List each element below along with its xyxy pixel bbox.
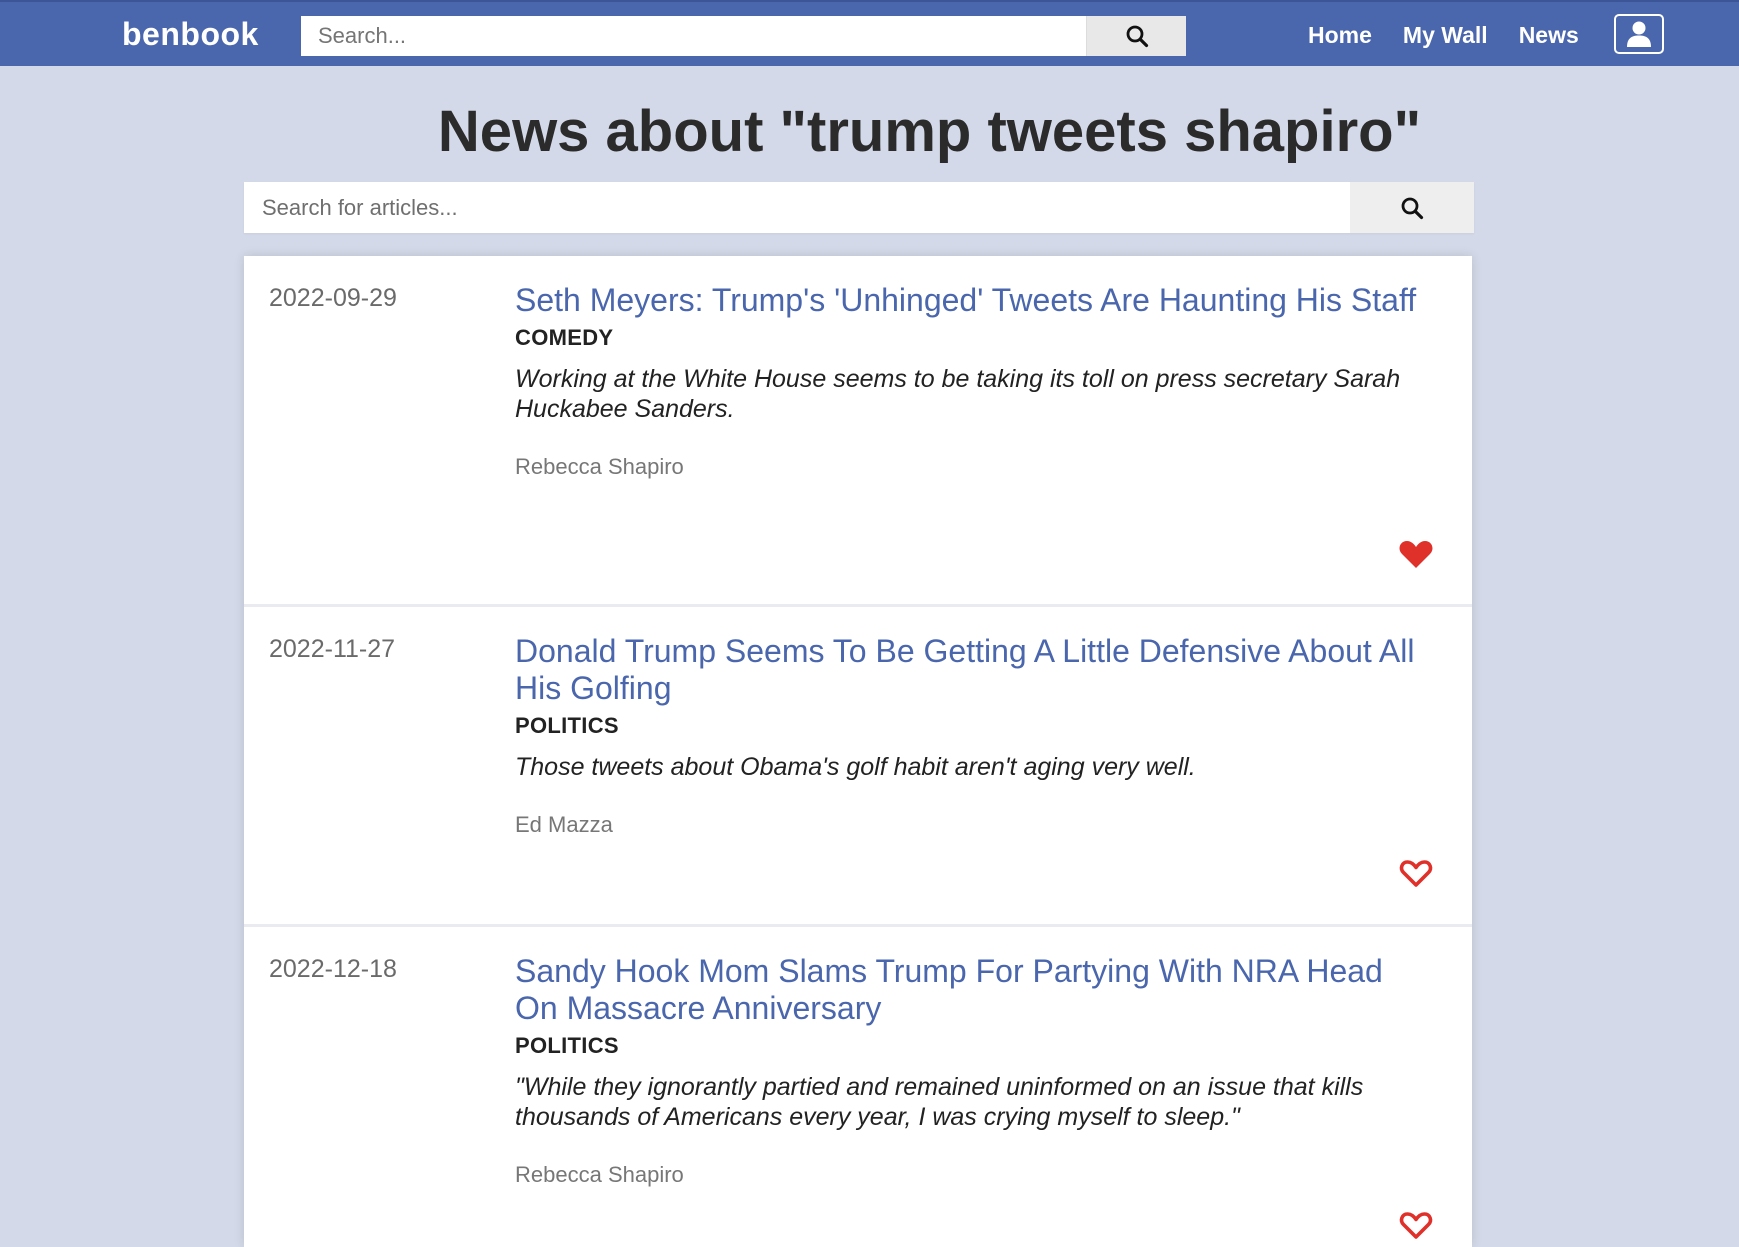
global-search-input[interactable] [301,16,1086,56]
main-nav: Home My Wall News [1308,22,1610,49]
heart-outline-icon [1399,860,1433,887]
article-date: 2022-12-18 [269,955,397,983]
page-title: News about "trump tweets shapiro" [0,98,1739,165]
article-search-input[interactable] [244,182,1349,233]
article-search-button[interactable] [1350,182,1474,233]
article-list: 2022-09-29 Seth Meyers: Trump's 'Unhinge… [244,256,1472,1247]
like-button[interactable] [1398,538,1434,570]
global-search [301,16,1186,56]
article-card: 2022-12-18 Sandy Hook Mom Slams Trump Fo… [244,927,1472,1247]
page-title-text: News about "trump tweets shapiro" [437,99,1422,164]
article-title-link[interactable]: Donald Trump Seems To Be Getting A Littl… [515,633,1432,707]
nav-news[interactable]: News [1519,22,1579,49]
article-author: Rebecca Shapiro [515,1162,684,1187]
article-author: Rebecca Shapiro [515,454,684,479]
heart-outline-icon [1399,1212,1433,1239]
global-search-button[interactable] [1086,16,1186,56]
article-date: 2022-09-29 [269,284,397,312]
user-menu-button[interactable] [1614,14,1664,54]
search-icon [1126,25,1148,48]
article-summary: Those tweets about Obama's golf habit ar… [515,753,1196,781]
article-content: Donald Trump Seems To Be Getting A Littl… [515,607,1472,838]
article-card: 2022-09-29 Seth Meyers: Trump's 'Unhinge… [244,256,1472,607]
search-icon [1401,197,1424,219]
article-category: POLITICS [515,1033,619,1058]
nav-my-wall[interactable]: My Wall [1403,22,1488,49]
article-author: Ed Mazza [515,812,613,837]
article-summary: "While they ignorantly partied and remai… [515,1073,1364,1131]
user-icon [1627,21,1651,47]
article-title-link[interactable]: Sandy Hook Mom Slams Trump For Partying … [515,953,1432,1027]
article-category: POLITICS [515,713,619,738]
article-content: Sandy Hook Mom Slams Trump For Partying … [515,927,1472,1188]
article-title-link[interactable]: Seth Meyers: Trump's 'Unhinged' Tweets A… [515,282,1432,319]
top-navigation-bar: benbook Home My Wall News [0,0,1739,66]
article-category: COMEDY [515,325,614,350]
like-button[interactable] [1398,1209,1434,1241]
article-search [244,182,1474,233]
article-summary: Working at the White House seems to be t… [515,365,1401,423]
like-button[interactable] [1398,857,1434,889]
article-content: Seth Meyers: Trump's 'Unhinged' Tweets A… [515,256,1472,480]
brand-logo[interactable]: benbook [122,16,259,53]
article-date: 2022-11-27 [269,635,396,663]
nav-home[interactable]: Home [1308,22,1372,49]
article-card: 2022-11-27 Donald Trump Seems To Be Gett… [244,607,1472,927]
heart-icon [1399,541,1433,568]
